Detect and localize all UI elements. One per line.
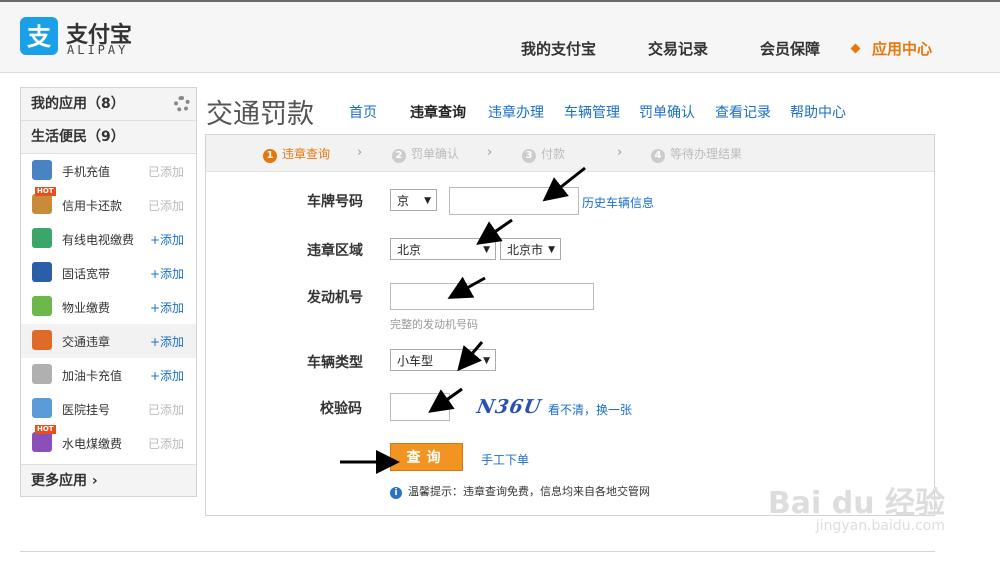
- arrow-icon: [447, 276, 486, 299]
- footer-divider: [20, 551, 935, 552]
- arrow-icon: [542, 166, 586, 202]
- watermark-url: jingyan.baidu.com: [815, 518, 945, 534]
- arrow-icon: [428, 387, 463, 413]
- watermark-logo: Bai du 经验: [767, 486, 945, 521]
- arrow-icon: [457, 341, 484, 372]
- arrow-icon: [476, 218, 513, 245]
